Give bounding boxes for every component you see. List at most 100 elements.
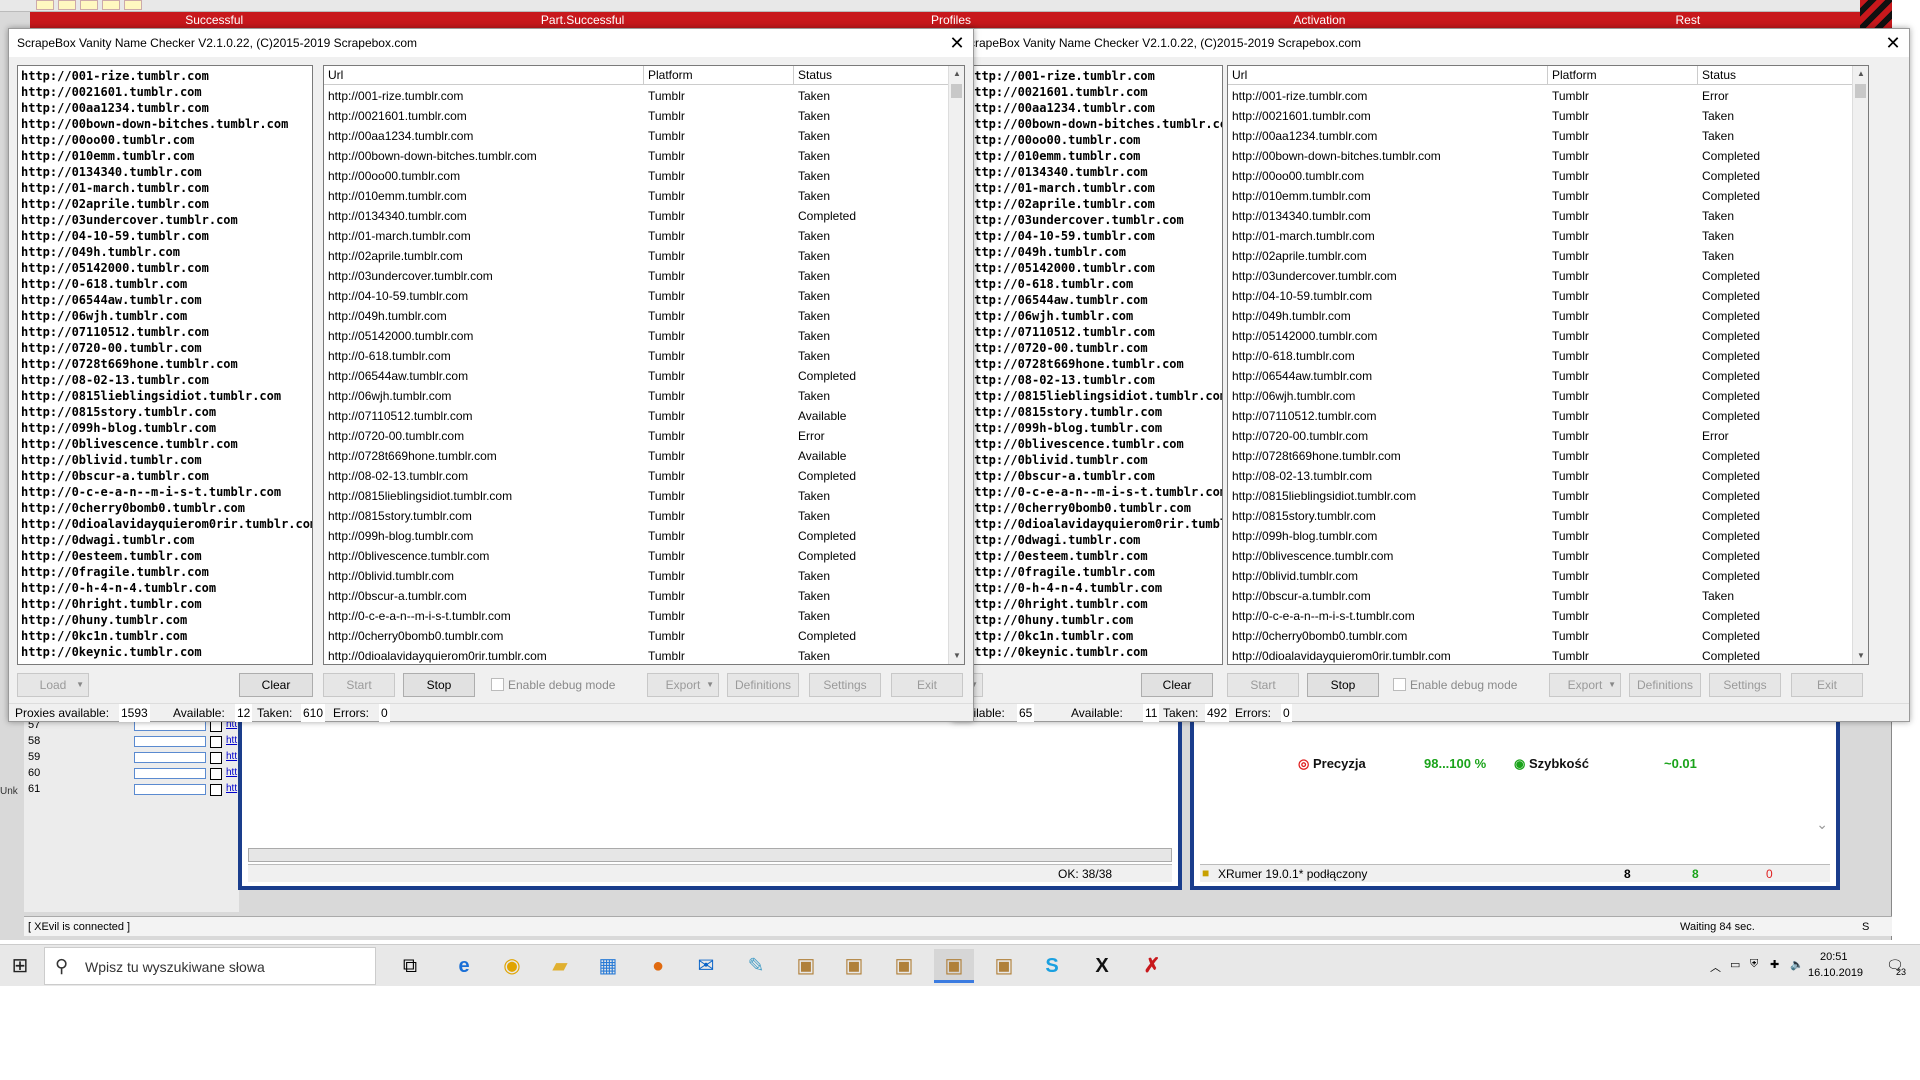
url-list-item[interactable]: http://0bscur-a.tumblr.com [967, 468, 1222, 484]
url-list-item[interactable]: http://099h-blog.tumblr.com [967, 420, 1222, 436]
table-row[interactable]: http://010emm.tumblr.com Tumblr Completed [1228, 186, 1854, 206]
url-list-item[interactable]: http://07110512.tumblr.com [967, 324, 1222, 340]
table-row[interactable]: http://0720-00.tumblr.com Tumblr Error [1228, 426, 1854, 446]
table-row[interactable]: http://0728t669hone.tumblr.com Tumblr Comp… [1228, 446, 1854, 466]
table-row[interactable]: http://099h-blog.tumblr.com Tumblr Complet… [324, 526, 950, 546]
url-list-item[interactable]: http://07110512.tumblr.com [21, 324, 312, 340]
load-button[interactable]: Load ▼ [17, 673, 89, 697]
table-row[interactable]: http://00aa1234.tumblr.com Tumblr Taken [1228, 126, 1854, 146]
url-list-item[interactable]: http://0blivid.tumblr.com [21, 452, 312, 468]
url-list-item[interactable]: http://0hright.tumblr.com [21, 596, 312, 612]
url-list-item[interactable]: http://0021601.tumblr.com [967, 84, 1222, 100]
table-row[interactable]: http://00oo00.tumblr.com Tumblr Taken [324, 166, 950, 186]
clear-button[interactable]: Clear [1141, 673, 1213, 697]
url-list-item[interactable]: http://0815story.tumblr.com [21, 404, 312, 420]
table-row[interactable]: http://06wjh.tumblr.com Tumblr Taken [324, 386, 950, 406]
tab-rest[interactable]: Rest [1504, 12, 1872, 28]
url-list-item[interactable]: http://00aa1234.tumblr.com [21, 100, 312, 116]
table-row[interactable]: http://0bscur-a.tumblr.com Tumblr Taken [324, 586, 950, 606]
table-row[interactable]: http://05142000.tumblr.com Tumblr Complete… [1228, 326, 1854, 346]
table-row[interactable]: http://06544aw.tumblr.com Tumblr Completed [324, 366, 950, 386]
horizontal-scrollbar[interactable] [248, 848, 1172, 862]
table-row[interactable]: http://049h.tumblr.com Tumblr Completed [1228, 306, 1854, 326]
table-row[interactable]: http://0-c-e-a-n--m-i-s-t.tumblr.com Tumb… [1228, 606, 1854, 626]
table-row[interactable]: http://001-rize.tumblr.com Tumblr Error [1228, 86, 1854, 106]
outlook-icon[interactable]: ✉ [686, 949, 726, 983]
url-list-item[interactable]: http://0kc1n.tumblr.com [967, 628, 1222, 644]
toolbar-icon[interactable] [80, 0, 98, 10]
table-row[interactable]: http://0cherry0bomb0.tumblr.com Tumblr Com… [324, 626, 950, 646]
url-list-item[interactable]: http://0huny.tumblr.com [967, 612, 1222, 628]
col-platform[interactable]: Platform [644, 66, 794, 85]
checkbox[interactable] [491, 678, 504, 691]
url-list-item[interactable]: http://0815lieblingsidiot.tumblr.com [21, 388, 312, 404]
url-list-item[interactable]: http://0-h-4-n-4.tumblr.com [967, 580, 1222, 596]
security-icon[interactable]: ⛨ [1750, 958, 1758, 971]
table-row[interactable]: http://0blivid.tumblr.com Tumblr Taken [324, 566, 950, 586]
clear-button[interactable]: Clear [239, 673, 313, 697]
export-button[interactable]: Export ▼ [647, 673, 719, 697]
url-list-item[interactable]: http://0hright.tumblr.com [967, 596, 1222, 612]
vertical-scrollbar[interactable]: ▲ ▼ [948, 66, 964, 664]
url-list-item[interactable]: http://0fragile.tumblr.com [21, 564, 312, 580]
url-list-item[interactable]: http://0-c-e-a-n--m-i-s-t.tumblr.com [21, 484, 312, 500]
definitions-button[interactable]: Definitions [727, 673, 799, 697]
url-list-item[interactable]: http://08-02-13.tumblr.com [967, 372, 1222, 388]
arrow-up-icon[interactable]: ▲ [1853, 66, 1868, 82]
close-icon[interactable]: ✕ [1883, 33, 1903, 53]
table-row[interactable]: http://00aa1234.tumblr.com Tumblr Taken [324, 126, 950, 146]
task-view-icon[interactable]: ⧉ [390, 949, 430, 983]
table-row[interactable]: http://0134340.tumblr.com Tumblr Completed [324, 206, 950, 226]
tab-successful[interactable]: Successful [30, 12, 398, 28]
url-list-item[interactable]: http://0-h-4-n-4.tumblr.com [21, 580, 312, 596]
table-row[interactable]: http://06544aw.tumblr.com Tumblr Completed [1228, 366, 1854, 386]
table-row[interactable]: http://06wjh.tumblr.com Tumblr Completed [1228, 386, 1854, 406]
notepad-icon[interactable]: ✎ [736, 949, 776, 983]
url-list-item[interactable]: http://0keynic.tumblr.com [967, 644, 1222, 660]
url-list-item[interactable]: http://0815lieblingsidiot.tumblr.com [967, 388, 1222, 404]
table-row[interactable]: http://02aprile.tumblr.com Tumblr Taken [324, 246, 950, 266]
taskbar-search[interactable]: ⚲ Wpisz tu wyszukiwane słowa [44, 947, 376, 985]
url-list-item[interactable]: http://00aa1234.tumblr.com [967, 100, 1222, 116]
url-list-item[interactable]: http://0720-00.tumblr.com [21, 340, 312, 356]
url-list-item[interactable]: http://0fragile.tumblr.com [967, 564, 1222, 580]
table-row[interactable]: http://0dioalavidayquierom0rir.tumblr.co… [1228, 646, 1854, 664]
url-list-item[interactable]: http://010emm.tumblr.com [21, 148, 312, 164]
url-list-item[interactable]: http://049h.tumblr.com [967, 244, 1222, 260]
table-row[interactable]: http://07110512.tumblr.com Tumblr Complete… [1228, 406, 1854, 426]
checkbox[interactable] [210, 784, 222, 796]
url-list-item[interactable]: http://03undercover.tumblr.com [967, 212, 1222, 228]
col-url[interactable]: Url [1228, 66, 1548, 85]
table-row[interactable]: http://0bscur-a.tumblr.com Tumblr Taken [1228, 586, 1854, 606]
store-icon[interactable]: ▦ [588, 949, 628, 983]
definitions-button[interactable]: Definitions [1629, 673, 1701, 697]
url-list-item[interactable]: http://0-618.tumblr.com [967, 276, 1222, 292]
checkbox[interactable] [210, 736, 222, 748]
url-list-item[interactable]: http://001-rize.tumblr.com [967, 68, 1222, 84]
url-list-item[interactable]: http://04-10-59.tumblr.com [21, 228, 312, 244]
scroll-thumb[interactable] [951, 84, 962, 98]
table-row[interactable]: http://0cherry0bomb0.tumblr.com Tumblr Com… [1228, 626, 1854, 646]
arrow-up-icon[interactable]: ▲ [949, 66, 964, 82]
url-list-item[interactable]: http://0728t669hone.tumblr.com [21, 356, 312, 372]
url-list-item[interactable]: http://0esteem.tumblr.com [967, 548, 1222, 564]
url-list-item[interactable]: http://0dioalavidayquierom0rir.tumblr.co… [967, 516, 1222, 532]
start-button[interactable]: Start [323, 673, 395, 697]
url-list-item[interactable]: http://06wjh.tumblr.com [21, 308, 312, 324]
col-url[interactable]: Url [324, 66, 644, 85]
url-list-item[interactable]: http://03undercover.tumblr.com [21, 212, 312, 228]
url-list-item[interactable]: http://05142000.tumblr.com [967, 260, 1222, 276]
tab-activation[interactable]: Activation [1135, 12, 1503, 28]
url-list-item[interactable]: http://0dwagi.tumblr.com [967, 532, 1222, 548]
table-row[interactable]: http://0815lieblingsidiot.tumblr.com Tumb… [1228, 486, 1854, 506]
table-row[interactable]: http://0720-00.tumblr.com Tumblr Error [324, 426, 950, 446]
table-row[interactable]: http://0021601.tumblr.com Tumblr Taken [1228, 106, 1854, 126]
url-list-item[interactable]: http://01-march.tumblr.com [967, 180, 1222, 196]
table-row[interactable]: http://03undercover.tumblr.com Tumblr Take… [324, 266, 950, 286]
table-row[interactable]: http://0dioalavidayquierom0rir.tumblr.co… [324, 646, 950, 664]
url-list[interactable]: http://001-rize.tumblr.com http://0021601… [963, 65, 1223, 665]
tab-part-successful[interactable]: Part.Successful [398, 12, 766, 28]
search-input[interactable]: Wpisz tu wyszukiwane słowa [85, 959, 265, 975]
url-list-item[interactable]: http://00bown-down-bitches.tumblr.com [967, 116, 1222, 132]
results-grid[interactable]: Url Platform Status http://001-rize.tumb… [323, 65, 965, 665]
